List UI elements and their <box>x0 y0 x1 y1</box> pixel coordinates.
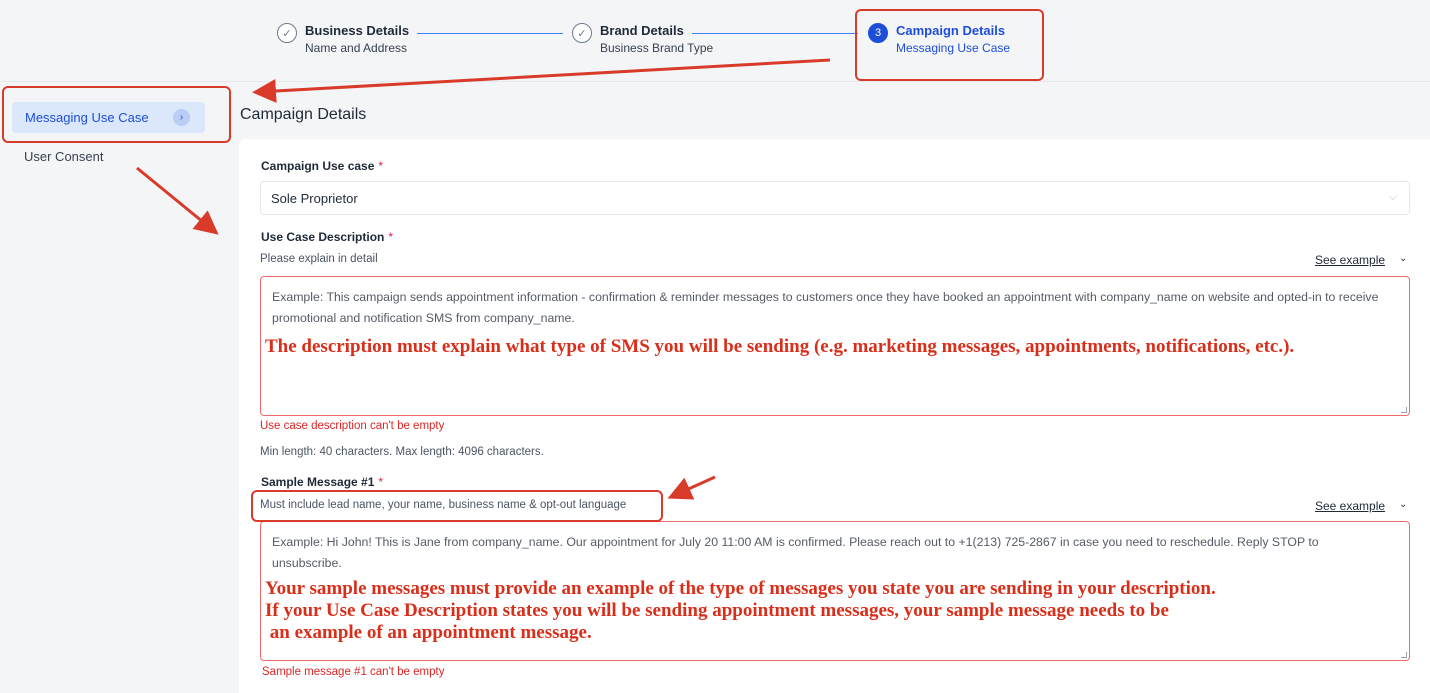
campaign-use-case-label: Campaign Use case * <box>261 159 384 173</box>
sidebar-item-user-consent[interactable]: User Consent <box>24 149 103 164</box>
required-mark: * <box>378 159 384 173</box>
sample-message-label: Sample Message #1 * <box>261 475 384 489</box>
chevron-down-icon[interactable]: ⌄ <box>1399 499 1407 510</box>
use-case-description-textarea[interactable]: Example: This campaign sends appointment… <box>260 276 1410 416</box>
step-subtitle: Business Brand Type <box>600 41 714 55</box>
highlight-box-campaign-step <box>855 9 1044 81</box>
required-mark: * <box>378 475 384 489</box>
step-connector <box>692 33 858 34</box>
annotation-sample-line-2: If your Use Case Description states you … <box>265 600 1169 621</box>
see-example-link[interactable]: See example <box>1315 499 1385 513</box>
sample-message-error: Sample message #1 can't be empty <box>262 666 445 678</box>
step-title: Brand Details <box>600 23 684 38</box>
check-icon: ✓ <box>572 23 592 43</box>
step-title: Business Details <box>305 23 410 38</box>
check-icon: ✓ <box>277 23 297 43</box>
use-case-description-hint: Please explain in detail <box>260 253 378 265</box>
annotation-sample-line-3: an example of an appointment message. <box>265 622 592 643</box>
page-title: Campaign Details <box>240 106 367 123</box>
textarea-placeholder: Example: This campaign sends appointment… <box>272 290 1379 325</box>
resize-handle[interactable] <box>1401 652 1407 658</box>
length-hint: Min length: 40 characters. Max length: 4… <box>260 446 544 458</box>
annotation-description-note: The description must explain what type o… <box>265 336 1295 357</box>
progress-stepper: ✓ Business Details Name and Address ✓ Br… <box>0 0 1430 82</box>
select-value: Sole Proprietor <box>271 190 358 206</box>
highlight-box-sample-hint <box>251 490 663 522</box>
resize-handle[interactable] <box>1401 407 1407 413</box>
campaign-use-case-select[interactable]: Sole Proprietor ⌵ <box>260 181 1410 215</box>
sample-message-textarea[interactable]: Example: Hi John! This is Jane from comp… <box>260 521 1410 661</box>
see-example-link[interactable]: See example <box>1315 253 1385 267</box>
step-business-details[interactable]: ✓ Business Details Name and Address <box>277 22 409 56</box>
chevron-down-icon[interactable]: ⌄ <box>1399 253 1407 264</box>
arrow-sidebar-to-form <box>136 166 219 235</box>
step-brand-details[interactable]: ✓ Brand Details Business Brand Type <box>572 22 713 56</box>
step-subtitle: Name and Address <box>305 41 408 55</box>
required-mark: * <box>388 230 394 244</box>
textarea-placeholder: Example: Hi John! This is Jane from comp… <box>272 535 1319 570</box>
use-case-description-error: Use case description can't be empty <box>260 420 445 432</box>
annotation-sample-line-1: Your sample messages must provide an exa… <box>265 578 1216 599</box>
use-case-description-label: Use Case Description * <box>261 230 394 244</box>
chevron-down-icon: ⌵ <box>1388 191 1397 203</box>
step-connector <box>417 33 563 34</box>
highlight-box-sidebar <box>2 86 231 143</box>
